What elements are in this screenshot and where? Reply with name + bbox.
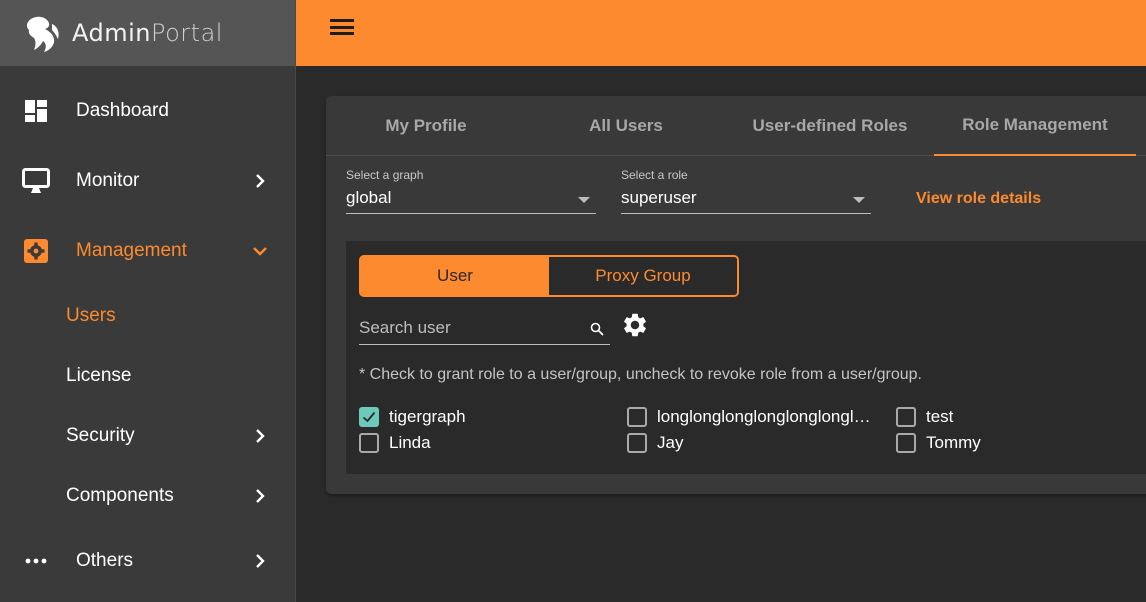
role-select-label: Select a role (621, 168, 688, 182)
sidebar-item-components[interactable]: Components (0, 471, 295, 521)
sidebar-item-others[interactable]: Others (0, 536, 295, 586)
menu-toggle-button[interactable] (330, 19, 354, 37)
user-name: Jay (657, 433, 684, 452)
tab-user-defined-roles[interactable]: User-defined Roles (730, 96, 930, 156)
user-group-toggle: User Proxy Group (359, 255, 739, 297)
tiger-logo-icon (26, 16, 59, 53)
search-field (359, 313, 610, 345)
sidebar-item-label: Others (76, 550, 134, 571)
graph-select-value: global (346, 188, 392, 207)
sidebar-item-label: Monitor (76, 170, 140, 191)
user-name: longlonglonglonglonglongl… (657, 407, 871, 426)
sidebar-item-monitor[interactable]: Monitor (0, 156, 295, 206)
user-name: Linda (389, 433, 431, 452)
user-name: tigergraph (389, 407, 466, 426)
tab-all-users[interactable]: All Users (526, 96, 726, 156)
sidebar-item-management[interactable]: Management (0, 226, 295, 276)
role-select-field: Select a role superuser (621, 168, 871, 214)
top-bar (296, 0, 1146, 66)
caret-down-icon (853, 197, 865, 203)
checkbox[interactable] (896, 407, 916, 427)
settings-gear-icon[interactable] (621, 311, 649, 339)
graph-select-field: Select a graph global (346, 168, 596, 214)
tab-my-profile[interactable]: My Profile (326, 96, 526, 156)
chevron-right-icon (256, 554, 265, 568)
role-management-card: My Profile All Users User-defined Roles … (326, 96, 1146, 494)
sidebar-item-label: Security (66, 425, 135, 446)
sidebar-item-dashboard[interactable]: Dashboard (0, 86, 295, 136)
user-checkbox-item[interactable]: Tommy (896, 431, 981, 455)
search-input[interactable] (359, 313, 579, 343)
user-checkbox-item[interactable]: tigergraph (359, 405, 466, 429)
more-horizontal-icon (22, 547, 50, 575)
checkbox[interactable] (627, 433, 647, 453)
sidebar-item-label: Components (66, 485, 174, 506)
user-checkbox-item[interactable]: Jay (627, 431, 683, 455)
caret-down-icon (578, 197, 590, 203)
brand-name: AdminPortal (72, 19, 223, 47)
hamburger-line (330, 32, 354, 35)
sidebar-item-label: Dashboard (76, 100, 169, 121)
toggle-proxy-group-button[interactable]: Proxy Group (549, 257, 737, 295)
check-icon (362, 411, 376, 423)
sidebar-item-security[interactable]: Security (0, 411, 295, 461)
checkbox[interactable] (627, 407, 647, 427)
checkbox-checked[interactable] (359, 407, 379, 427)
graph-select-label: Select a graph (346, 168, 424, 182)
chevron-right-icon (256, 174, 265, 188)
brand-header: AdminPortal (0, 0, 295, 66)
chevron-right-icon (256, 429, 265, 443)
dashboard-icon (22, 97, 50, 125)
settings-box-icon (22, 237, 50, 265)
view-role-details-link[interactable]: View role details (916, 190, 1041, 208)
sidebar-item-users[interactable]: Users (0, 291, 295, 341)
user-checkbox-item[interactable]: Linda (359, 431, 431, 455)
checkbox[interactable] (359, 433, 379, 453)
role-select-value: superuser (621, 188, 697, 207)
monitor-icon (22, 167, 50, 195)
sidebar-item-license[interactable]: License (0, 351, 295, 401)
sidebar-item-label: Management (76, 240, 187, 261)
checkbox[interactable] (896, 433, 916, 453)
sidebar: AdminPortal Dashboard Monitor Management… (0, 0, 296, 602)
tab-bar: My Profile All Users User-defined Roles … (326, 96, 1146, 156)
chevron-down-icon (253, 247, 267, 256)
user-checkbox-item[interactable]: longlonglonglonglonglongl… (627, 405, 871, 429)
user-checkbox-item[interactable]: test (896, 405, 953, 429)
user-name: test (926, 407, 954, 426)
graph-select[interactable]: global (346, 188, 596, 214)
toggle-user-button[interactable]: User (361, 257, 549, 295)
tab-role-management[interactable]: Role Management (934, 96, 1136, 156)
search-icon (590, 322, 604, 336)
hamburger-line (330, 19, 354, 22)
hamburger-line (330, 25, 354, 29)
chevron-right-icon (256, 489, 265, 503)
user-name: Tommy (926, 433, 981, 452)
grant-role-hint: * Check to grant role to a user/group, u… (359, 366, 922, 383)
sidebar-item-label: Users (66, 305, 116, 326)
assignment-panel: User Proxy Group * Check to grant role t… (346, 241, 1146, 474)
sidebar-item-label: License (66, 365, 132, 386)
role-select[interactable]: superuser (621, 188, 871, 214)
